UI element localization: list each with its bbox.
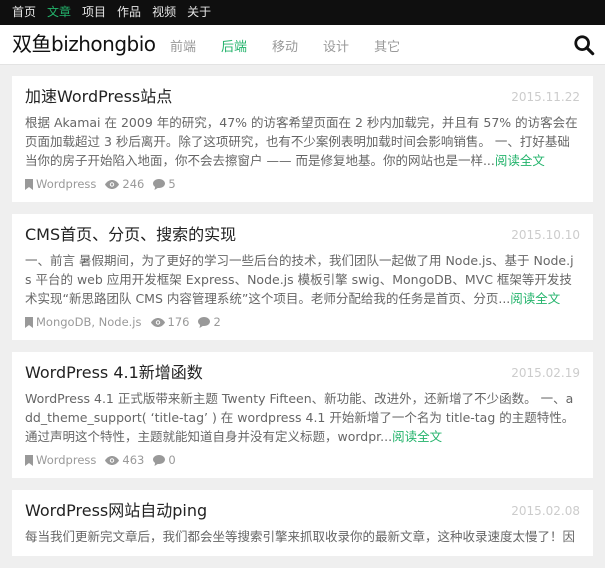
post-tags-text[interactable]: MongoDB, Node.js [36,315,142,329]
post-excerpt: WordPress 4.1 正式版带来新主题 Twenty Fifteen、新功… [25,389,580,446]
post-comments: 2 [198,315,221,329]
post-card: WordPress 4.1新增函数 2015.02.19 WordPress 4… [12,352,593,478]
top-bar: 首页 文章 项目 作品 视频 关于 [0,0,605,25]
post-card: WordPress网站自动ping 2015.02.08 每当我们更新完文章后，… [12,490,593,556]
eye-icon [150,317,165,327]
top-nav-works[interactable]: 作品 [117,0,141,25]
top-nav: 首页 文章 项目 作品 视频 关于 [0,0,605,25]
eye-icon [105,455,120,465]
top-nav-videos[interactable]: 视频 [152,0,176,25]
bookmark-icon [25,178,33,190]
post-views-count: 246 [122,177,145,191]
category-nav: 前端 后端 移动 设计 其它 [170,25,425,65]
read-more-link[interactable]: 阅读全文 [495,153,545,168]
post-excerpt-text: 每当我们更新完文章后，我们都会坐等搜索引擎来抓取收录你的最新文章，这种收录速度太… [25,529,576,544]
post-meta: Wordpress 246 5 [25,176,580,192]
post-comments-count: 5 [168,177,176,191]
post-comments: 0 [153,453,176,467]
post-tags-text[interactable]: Wordpress [36,453,96,467]
post-date: 2015.10.10 [511,228,580,242]
read-more-link[interactable]: 阅读全文 [392,429,442,444]
category-backend[interactable]: 后端 [221,36,247,55]
post-views: 246 [105,177,144,191]
category-other[interactable]: 其它 [374,36,400,55]
post-tags: Wordpress [25,453,96,467]
post-title[interactable]: CMS首页、分页、搜索的实现 [25,224,580,246]
post-date: 2015.02.08 [511,504,580,518]
post-views-count: 463 [122,453,145,467]
post-comments-count: 2 [213,315,221,329]
site-header: 双鱼bizhongbio 前端 后端 移动 设计 其它 [0,25,605,65]
post-excerpt: 一、前言 暑假期间，为了更好的学习一些后台的技术，我们团队一起做了用 Node.… [25,251,580,308]
bookmark-icon [25,316,33,328]
comment-icon [153,178,166,190]
top-nav-home[interactable]: 首页 [12,0,36,25]
top-nav-about[interactable]: 关于 [187,0,211,25]
post-list: 加速WordPress站点 2015.11.22 根据 Akamai 在 200… [12,76,593,568]
post-views-count: 176 [167,315,190,329]
post-title[interactable]: 加速WordPress站点 [25,86,580,108]
top-nav-articles[interactable]: 文章 [47,0,71,25]
post-date: 2015.11.22 [511,90,580,104]
top-nav-projects[interactable]: 项目 [82,0,106,25]
category-mobile[interactable]: 移动 [272,36,298,55]
post-card: 加速WordPress站点 2015.11.22 根据 Akamai 在 200… [12,76,593,202]
read-more-link[interactable]: 阅读全文 [510,291,560,306]
post-title[interactable]: WordPress 4.1新增函数 [25,362,580,384]
post-views: 176 [150,315,190,329]
post-card: CMS首页、分页、搜索的实现 2015.10.10 一、前言 暑假期间，为了更好… [12,214,593,340]
category-frontend[interactable]: 前端 [170,36,196,55]
post-tags: MongoDB, Node.js [25,315,142,329]
post-meta: MongoDB, Node.js 176 2 [25,314,580,330]
comment-icon [198,316,211,328]
post-date: 2015.02.19 [511,366,580,380]
comment-icon [153,454,166,466]
site-logo[interactable]: 双鱼bizhongbio [12,31,156,57]
post-excerpt-text: 一、前言 暑假期间，为了更好的学习一些后台的技术，我们团队一起做了用 Node.… [25,253,574,306]
post-tags-text[interactable]: Wordpress [36,177,96,191]
search-icon[interactable] [573,34,595,56]
eye-icon [105,179,120,189]
post-views: 463 [105,453,144,467]
post-comments: 5 [153,177,176,191]
post-excerpt-text: WordPress 4.1 正式版带来新主题 Twenty Fifteen、新功… [25,391,575,444]
post-excerpt: 每当我们更新完文章后，我们都会坐等搜索引擎来抓取收录你的最新文章，这种收录速度太… [25,527,580,546]
bookmark-icon [25,454,33,466]
post-comments-count: 0 [168,453,176,467]
post-title[interactable]: WordPress网站自动ping [25,500,580,522]
post-meta: Wordpress 463 0 [25,452,580,468]
category-design[interactable]: 设计 [323,36,349,55]
post-tags: Wordpress [25,177,96,191]
post-excerpt: 根据 Akamai 在 2009 年的研究，47% 的访客希望页面在 2 秒内加… [25,113,580,170]
